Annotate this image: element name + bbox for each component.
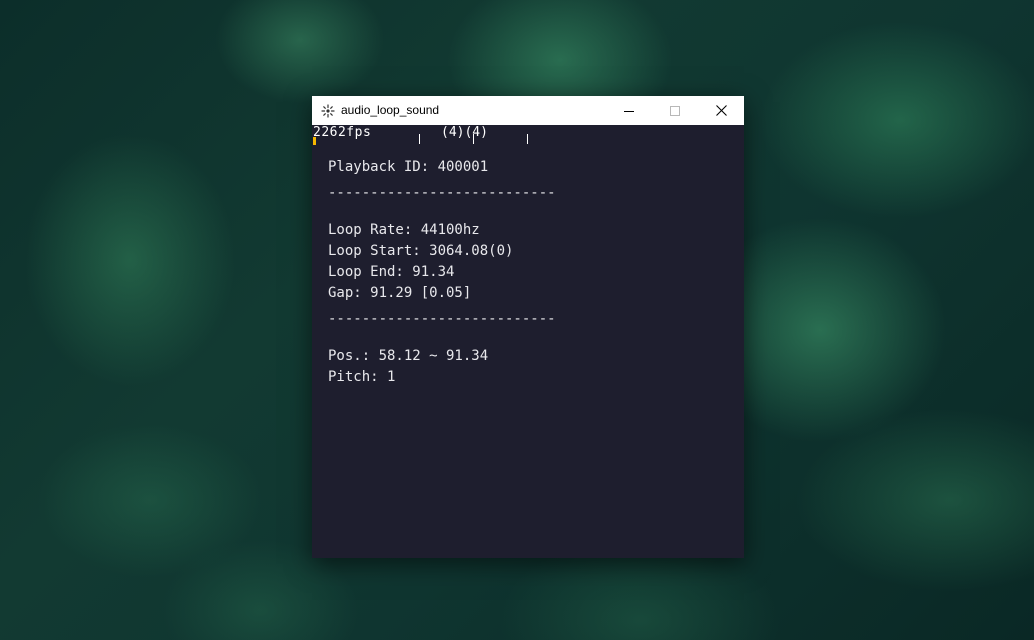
window-title: audio_loop_sound xyxy=(341,103,440,117)
loop-start: Loop Start: 3064.08(0) xyxy=(328,243,514,259)
render-canvas[interactable]: 2262fps (4)(4) Playback ID: 400001 -----… xyxy=(312,125,744,558)
loop-gap: Gap: 91.29 [0.05] xyxy=(328,285,472,301)
maximize-icon xyxy=(670,105,680,116)
timing-marker-accent xyxy=(313,137,316,145)
playback-id: Playback ID: 400001 xyxy=(328,159,489,175)
loop-rate: Loop Rate: 44100hz xyxy=(328,222,480,238)
loop-end: Loop End: 91.34 xyxy=(328,264,455,280)
separator-line: --------------------------- xyxy=(328,185,556,201)
playback-position: Pos.: 58.12 ~ 91.34 xyxy=(328,348,489,364)
minimize-icon xyxy=(624,110,634,112)
close-button[interactable] xyxy=(698,96,744,125)
debug-counts: (4)(4) xyxy=(441,125,488,140)
app-window: audio_loop_sound 2262fps (4)(4) Playback… xyxy=(312,96,744,558)
minimize-button[interactable] xyxy=(606,96,652,125)
close-icon xyxy=(715,105,727,116)
title-bar[interactable]: audio_loop_sound xyxy=(312,96,744,125)
maximize-button[interactable] xyxy=(652,96,698,125)
fps-counter: 2262fps xyxy=(313,125,372,140)
timing-marker xyxy=(419,134,420,144)
timing-marker xyxy=(473,134,474,144)
playback-pitch: Pitch: 1 xyxy=(328,369,396,385)
separator-line: --------------------------- xyxy=(328,311,556,327)
timing-marker xyxy=(527,134,528,144)
sparkle-icon xyxy=(321,104,335,118)
